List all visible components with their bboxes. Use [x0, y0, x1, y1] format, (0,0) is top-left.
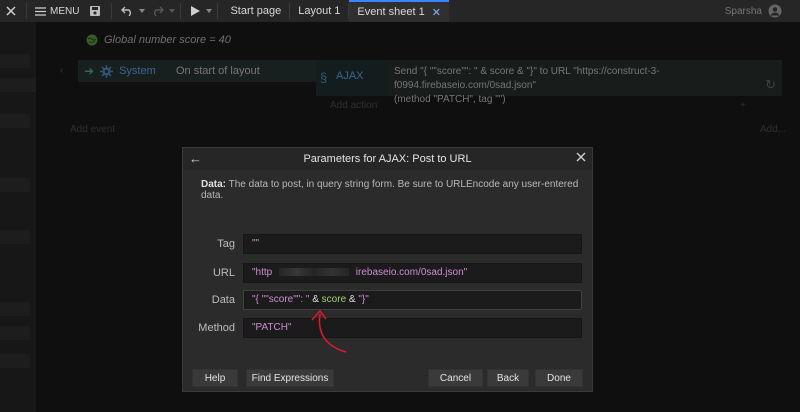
tag-field[interactable]: "" [243, 234, 582, 254]
annotation-arrow [311, 309, 347, 353]
play-icon[interactable] [185, 0, 205, 22]
menu-button[interactable]: MENU [31, 6, 83, 17]
tab-layout-1[interactable]: Layout 1 [290, 0, 348, 22]
cancel-button[interactable]: Cancel [428, 369, 483, 387]
method-label: Method [198, 322, 235, 334]
parameter-description: Data: The data to post, in query string … [201, 179, 581, 201]
done-button[interactable]: Done [535, 369, 583, 387]
tab-label: Event sheet 1 [357, 6, 425, 18]
redacted-region [279, 268, 350, 277]
dialog-title: Parameters for AJAX: Post to URL [303, 153, 472, 165]
undo-dropdown-icon[interactable] [138, 9, 146, 13]
tab-label: Layout 1 [298, 5, 341, 17]
method-field[interactable]: "PATCH" [243, 318, 582, 338]
url-value-end: irebaseio.com/0sad.json" [355, 267, 468, 278]
redo-dropdown-icon[interactable] [168, 9, 176, 13]
tab-event-sheet-1[interactable]: Event sheet 1 ✕ [349, 0, 449, 22]
save-icon[interactable] [83, 0, 107, 22]
toolbar-divider [217, 3, 219, 19]
undo-icon[interactable] [116, 0, 138, 22]
find-expressions-button[interactable]: Find Expressions [246, 369, 334, 387]
description-label: Data: [201, 179, 227, 190]
url-label: URL [212, 267, 235, 279]
method-value: "PATCH" [252, 322, 292, 333]
user-account[interactable]: Sparsha [725, 4, 782, 18]
data-label: Data [211, 294, 235, 306]
toolbar-divider [26, 3, 27, 19]
close-icon[interactable] [0, 0, 22, 22]
user-name: Sparsha [724, 5, 762, 17]
url-value-start: "http [252, 267, 273, 278]
top-toolbar: MENU Start page Layout 1 Event sheet 1 ✕… [0, 0, 800, 22]
toolbar-divider [180, 3, 182, 19]
tab-start-page[interactable]: Start page [222, 0, 289, 22]
url-field[interactable]: "http irebaseio.com/0sad.json" [243, 263, 582, 283]
ajax-parameters-dialog: ← Parameters for AJAX: Post to URL Data:… [182, 147, 593, 392]
help-button[interactable]: Help [192, 369, 238, 387]
description-text: The data to post, in query string form. … [201, 179, 579, 201]
avatar-icon [768, 4, 782, 18]
back-button[interactable]: Back [487, 369, 529, 387]
close-tab-icon[interactable]: ✕ [432, 6, 441, 19]
toolbar-divider [111, 3, 113, 19]
tag-label: Tag [217, 238, 235, 250]
close-icon[interactable] [576, 152, 586, 165]
tag-value: "" [252, 238, 260, 249]
data-field[interactable]: "{ ""score"": " & score & "}" [243, 290, 582, 310]
hamburger-icon [35, 6, 46, 16]
redo-icon[interactable] [146, 0, 168, 22]
tab-label: Start page [230, 5, 282, 17]
menu-label: MENU [50, 5, 80, 17]
play-dropdown-icon[interactable] [205, 9, 213, 13]
